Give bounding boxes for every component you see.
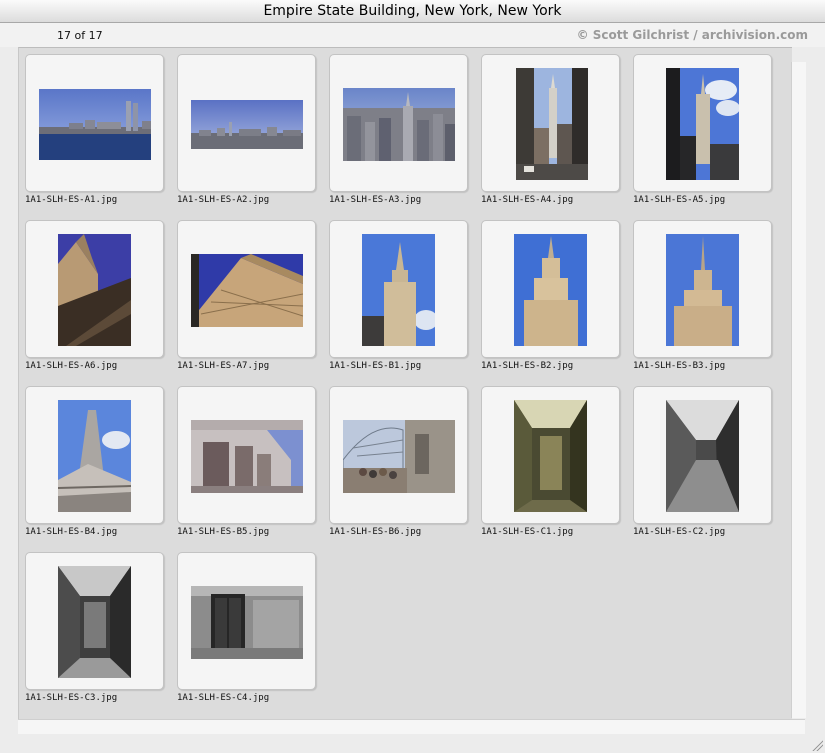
thumbnail-item[interactable]: 1A1-SLH-ES-B4.jpg	[25, 386, 177, 552]
photo-thumbnail[interactable]	[191, 100, 303, 149]
slide-frame[interactable]	[329, 386, 468, 524]
resize-grip-icon[interactable]	[811, 739, 823, 751]
photo-thumbnail[interactable]	[58, 234, 131, 346]
thumbnail-filename: 1A1-SLH-ES-B4.jpg	[25, 527, 118, 537]
photo-thumbnail[interactable]	[514, 234, 587, 346]
photo-thumbnail[interactable]	[58, 566, 131, 678]
thumbnail-item[interactable]: 1A1-SLH-ES-C3.jpg	[25, 552, 177, 718]
photo-thumbnail[interactable]	[58, 400, 131, 512]
slide-frame[interactable]	[481, 54, 620, 192]
copyright-notice: © Scott Gilchrist / archivision.com	[576, 28, 808, 42]
thumbnail-item[interactable]: 1A1-SLH-ES-B3.jpg	[633, 220, 785, 386]
thumbnail-item[interactable]: 1A1-SLH-ES-A1.jpg	[25, 54, 177, 220]
thumbnail-item[interactable]: 1A1-SLH-ES-B1.jpg	[329, 220, 481, 386]
thumbnail-item[interactable]: 1A1-SLH-ES-B6.jpg	[329, 386, 481, 552]
thumbnail-filename: 1A1-SLH-ES-B1.jpg	[329, 361, 422, 371]
thumbnail-grid: 1A1-SLH-ES-A1.jpg 1A1-SLH-ES-A2.jpg 1A1-…	[18, 47, 792, 719]
thumbnail-filename: 1A1-SLH-ES-B5.jpg	[177, 527, 270, 537]
slide-frame[interactable]	[177, 552, 316, 690]
slide-frame[interactable]	[329, 220, 468, 358]
thumbnail-filename: 1A1-SLH-ES-A4.jpg	[481, 195, 574, 205]
slide-frame[interactable]	[25, 386, 164, 524]
photo-thumbnail[interactable]	[666, 234, 739, 346]
info-bar: 17 of 17 © Scott Gilchrist / archivision…	[0, 23, 825, 47]
thumbnail-filename: 1A1-SLH-ES-B2.jpg	[481, 361, 574, 371]
thumbnail-item[interactable]: 1A1-SLH-ES-A4.jpg	[481, 54, 633, 220]
thumbnail-filename: 1A1-SLH-ES-B3.jpg	[633, 361, 726, 371]
thumbnail-item[interactable]: 1A1-SLH-ES-A7.jpg	[177, 220, 329, 386]
photo-thumbnail[interactable]	[39, 89, 151, 160]
image-counter: 17 of 17	[57, 29, 103, 42]
thumbnail-item[interactable]: 1A1-SLH-ES-A5.jpg	[633, 54, 785, 220]
thumbnail-filename: 1A1-SLH-ES-A6.jpg	[25, 361, 118, 371]
photo-thumbnail[interactable]	[362, 234, 435, 346]
photo-thumbnail[interactable]	[514, 400, 587, 512]
thumbnail-filename: 1A1-SLH-ES-C3.jpg	[25, 693, 118, 703]
slide-frame[interactable]	[633, 220, 772, 358]
slide-frame[interactable]	[25, 552, 164, 690]
window-title: Empire State Building, New York, New Yor…	[0, 0, 825, 23]
thumbnail-item[interactable]: 1A1-SLH-ES-A3.jpg	[329, 54, 481, 220]
slide-frame[interactable]	[329, 54, 468, 192]
slide-frame[interactable]	[481, 386, 620, 524]
photo-thumbnail[interactable]	[516, 68, 588, 180]
thumbnail-item[interactable]: 1A1-SLH-ES-B5.jpg	[177, 386, 329, 552]
thumbnail-item[interactable]: 1A1-SLH-ES-B2.jpg	[481, 220, 633, 386]
slide-frame[interactable]	[633, 386, 772, 524]
photo-thumbnail[interactable]	[191, 420, 303, 493]
image-viewer-window: Empire State Building, New York, New Yor…	[0, 0, 825, 753]
thumbnail-item[interactable]: 1A1-SLH-ES-A2.jpg	[177, 54, 329, 220]
vertical-scrollbar[interactable]	[791, 62, 806, 718]
photo-thumbnail[interactable]	[191, 254, 303, 327]
slide-frame[interactable]	[25, 220, 164, 358]
thumbnail-filename: 1A1-SLH-ES-B6.jpg	[329, 527, 422, 537]
slide-frame[interactable]	[177, 386, 316, 524]
thumbnail-filename: 1A1-SLH-ES-A3.jpg	[329, 195, 422, 205]
thumbnail-item[interactable]: 1A1-SLH-ES-C1.jpg	[481, 386, 633, 552]
slide-frame[interactable]	[177, 54, 316, 192]
horizontal-scrollbar[interactable]	[18, 719, 805, 734]
slide-frame[interactable]	[481, 220, 620, 358]
thumbnail-filename: 1A1-SLH-ES-A2.jpg	[177, 195, 270, 205]
photo-thumbnail[interactable]	[343, 420, 455, 493]
photo-thumbnail[interactable]	[191, 586, 303, 659]
thumbnail-filename: 1A1-SLH-ES-A5.jpg	[633, 195, 726, 205]
slide-frame[interactable]	[177, 220, 316, 358]
thumbnail-item[interactable]: 1A1-SLH-ES-A6.jpg	[25, 220, 177, 386]
thumbnail-filename: 1A1-SLH-ES-C1.jpg	[481, 527, 574, 537]
thumbnail-filename: 1A1-SLH-ES-A1.jpg	[25, 195, 118, 205]
photo-thumbnail[interactable]	[666, 68, 739, 180]
photo-thumbnail[interactable]	[343, 88, 455, 161]
thumbnail-filename: 1A1-SLH-ES-C4.jpg	[177, 693, 270, 703]
thumbnail-filename: 1A1-SLH-ES-A7.jpg	[177, 361, 270, 371]
thumbnail-filename: 1A1-SLH-ES-C2.jpg	[633, 527, 726, 537]
slide-frame[interactable]	[633, 54, 772, 192]
photo-thumbnail[interactable]	[666, 400, 739, 512]
slide-frame[interactable]	[25, 54, 164, 192]
thumbnail-item[interactable]: 1A1-SLH-ES-C4.jpg	[177, 552, 329, 718]
thumbnail-item[interactable]: 1A1-SLH-ES-C2.jpg	[633, 386, 785, 552]
